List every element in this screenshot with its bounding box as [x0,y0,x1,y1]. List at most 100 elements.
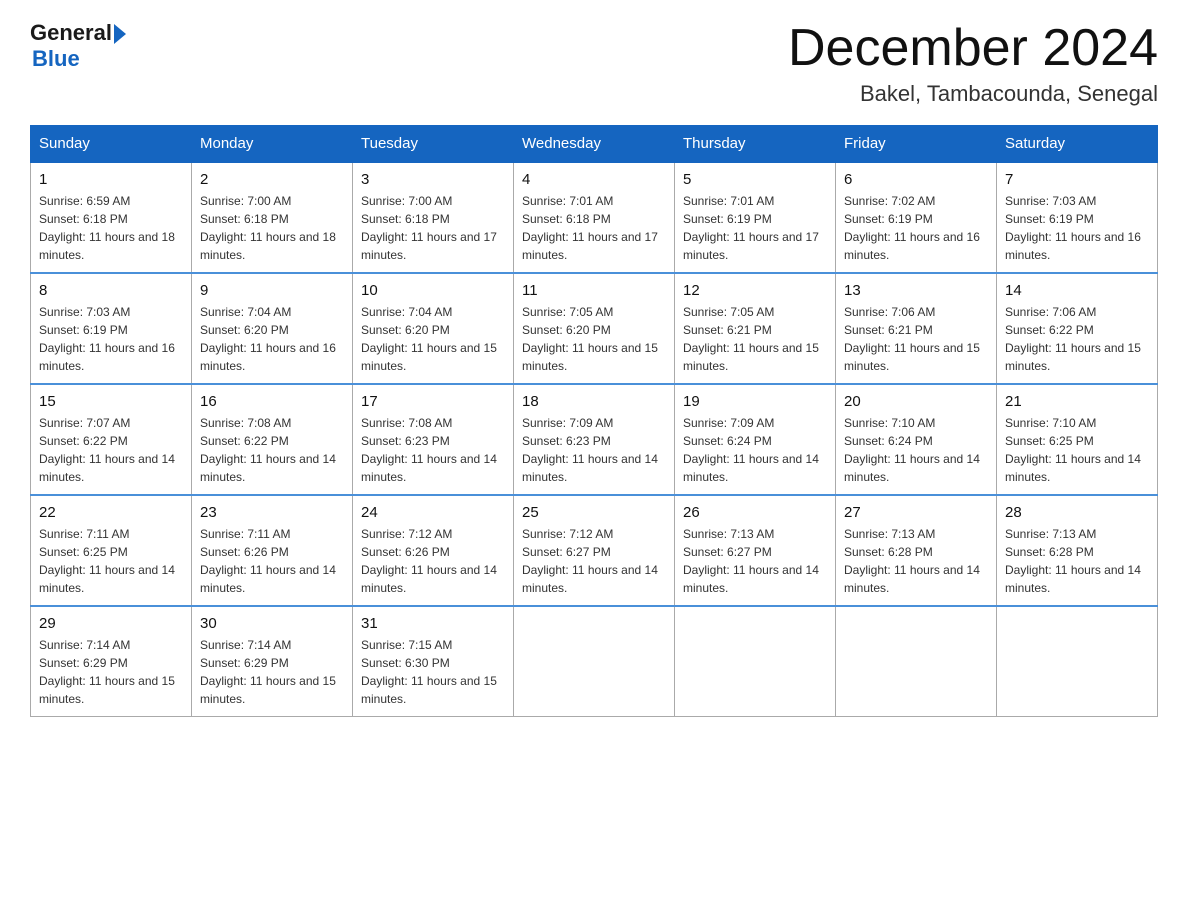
col-header-saturday: Saturday [997,125,1158,163]
day-info: Sunrise: 7:12 AMSunset: 6:27 PMDaylight:… [522,525,666,597]
day-info: Sunrise: 7:07 AMSunset: 6:22 PMDaylight:… [39,414,183,486]
day-info: Sunrise: 7:13 AMSunset: 6:28 PMDaylight:… [1005,525,1149,597]
day-info: Sunrise: 6:59 AMSunset: 6:18 PMDaylight:… [39,192,183,264]
day-number: 6 [844,171,988,188]
calendar-cell: 31 Sunrise: 7:15 AMSunset: 6:30 PMDaylig… [353,606,514,717]
day-number: 21 [1005,393,1149,410]
day-info: Sunrise: 7:12 AMSunset: 6:26 PMDaylight:… [361,525,505,597]
col-header-sunday: Sunday [31,125,192,163]
day-info: Sunrise: 7:14 AMSunset: 6:29 PMDaylight:… [200,636,344,708]
title-area: December 2024 Bakel, Tambacounda, Senega… [788,20,1158,107]
calendar-cell: 7 Sunrise: 7:03 AMSunset: 6:19 PMDayligh… [997,163,1158,274]
day-info: Sunrise: 7:02 AMSunset: 6:19 PMDaylight:… [844,192,988,264]
calendar-cell: 2 Sunrise: 7:00 AMSunset: 6:18 PMDayligh… [192,163,353,274]
calendar-cell: 30 Sunrise: 7:14 AMSunset: 6:29 PMDaylig… [192,606,353,717]
day-number: 16 [200,393,344,410]
day-number: 13 [844,282,988,299]
calendar-cell: 1 Sunrise: 6:59 AMSunset: 6:18 PMDayligh… [31,163,192,274]
col-header-wednesday: Wednesday [514,125,675,163]
day-number: 3 [361,171,505,188]
day-number: 12 [683,282,827,299]
col-header-tuesday: Tuesday [353,125,514,163]
calendar-cell: 25 Sunrise: 7:12 AMSunset: 6:27 PMDaylig… [514,495,675,606]
day-number: 27 [844,504,988,521]
day-number: 8 [39,282,183,299]
day-info: Sunrise: 7:00 AMSunset: 6:18 PMDaylight:… [361,192,505,264]
day-number: 2 [200,171,344,188]
calendar-cell: 15 Sunrise: 7:07 AMSunset: 6:22 PMDaylig… [31,384,192,495]
day-number: 1 [39,171,183,188]
calendar-cell: 24 Sunrise: 7:12 AMSunset: 6:26 PMDaylig… [353,495,514,606]
day-info: Sunrise: 7:06 AMSunset: 6:22 PMDaylight:… [1005,303,1149,375]
calendar-cell: 19 Sunrise: 7:09 AMSunset: 6:24 PMDaylig… [675,384,836,495]
day-info: Sunrise: 7:01 AMSunset: 6:19 PMDaylight:… [683,192,827,264]
day-number: 24 [361,504,505,521]
day-info: Sunrise: 7:08 AMSunset: 6:23 PMDaylight:… [361,414,505,486]
calendar-cell [836,606,997,717]
day-number: 25 [522,504,666,521]
calendar-cell [997,606,1158,717]
day-number: 15 [39,393,183,410]
day-number: 7 [1005,171,1149,188]
day-number: 17 [361,393,505,410]
calendar-cell: 18 Sunrise: 7:09 AMSunset: 6:23 PMDaylig… [514,384,675,495]
day-number: 30 [200,615,344,632]
calendar-cell: 5 Sunrise: 7:01 AMSunset: 6:19 PMDayligh… [675,163,836,274]
day-number: 10 [361,282,505,299]
week-row-5: 29 Sunrise: 7:14 AMSunset: 6:29 PMDaylig… [31,606,1158,717]
calendar-cell: 28 Sunrise: 7:13 AMSunset: 6:28 PMDaylig… [997,495,1158,606]
calendar-cell: 20 Sunrise: 7:10 AMSunset: 6:24 PMDaylig… [836,384,997,495]
day-info: Sunrise: 7:03 AMSunset: 6:19 PMDaylight:… [39,303,183,375]
calendar-cell [514,606,675,717]
day-number: 4 [522,171,666,188]
week-row-3: 15 Sunrise: 7:07 AMSunset: 6:22 PMDaylig… [31,384,1158,495]
calendar-table: SundayMondayTuesdayWednesdayThursdayFrid… [30,125,1158,717]
day-number: 14 [1005,282,1149,299]
calendar-cell: 11 Sunrise: 7:05 AMSunset: 6:20 PMDaylig… [514,273,675,384]
calendar-cell: 4 Sunrise: 7:01 AMSunset: 6:18 PMDayligh… [514,163,675,274]
day-info: Sunrise: 7:14 AMSunset: 6:29 PMDaylight:… [39,636,183,708]
logo-general-text: General [30,20,112,46]
day-info: Sunrise: 7:06 AMSunset: 6:21 PMDaylight:… [844,303,988,375]
calendar-cell: 26 Sunrise: 7:13 AMSunset: 6:27 PMDaylig… [675,495,836,606]
header-row: SundayMondayTuesdayWednesdayThursdayFrid… [31,125,1158,163]
day-info: Sunrise: 7:09 AMSunset: 6:24 PMDaylight:… [683,414,827,486]
day-info: Sunrise: 7:09 AMSunset: 6:23 PMDaylight:… [522,414,666,486]
day-info: Sunrise: 7:00 AMSunset: 6:18 PMDaylight:… [200,192,344,264]
day-info: Sunrise: 7:13 AMSunset: 6:27 PMDaylight:… [683,525,827,597]
calendar-cell: 9 Sunrise: 7:04 AMSunset: 6:20 PMDayligh… [192,273,353,384]
calendar-cell: 3 Sunrise: 7:00 AMSunset: 6:18 PMDayligh… [353,163,514,274]
day-number: 31 [361,615,505,632]
day-number: 19 [683,393,827,410]
day-info: Sunrise: 7:08 AMSunset: 6:22 PMDaylight:… [200,414,344,486]
day-number: 22 [39,504,183,521]
calendar-cell: 10 Sunrise: 7:04 AMSunset: 6:20 PMDaylig… [353,273,514,384]
day-info: Sunrise: 7:10 AMSunset: 6:24 PMDaylight:… [844,414,988,486]
calendar-cell: 14 Sunrise: 7:06 AMSunset: 6:22 PMDaylig… [997,273,1158,384]
day-info: Sunrise: 7:05 AMSunset: 6:20 PMDaylight:… [522,303,666,375]
calendar-cell [675,606,836,717]
day-info: Sunrise: 7:05 AMSunset: 6:21 PMDaylight:… [683,303,827,375]
day-info: Sunrise: 7:11 AMSunset: 6:26 PMDaylight:… [200,525,344,597]
calendar-cell: 8 Sunrise: 7:03 AMSunset: 6:19 PMDayligh… [31,273,192,384]
day-info: Sunrise: 7:10 AMSunset: 6:25 PMDaylight:… [1005,414,1149,486]
logo-arrow-icon [114,24,126,44]
logo: General Blue [30,20,126,72]
calendar-cell: 16 Sunrise: 7:08 AMSunset: 6:22 PMDaylig… [192,384,353,495]
day-info: Sunrise: 7:15 AMSunset: 6:30 PMDaylight:… [361,636,505,708]
col-header-monday: Monday [192,125,353,163]
week-row-2: 8 Sunrise: 7:03 AMSunset: 6:19 PMDayligh… [31,273,1158,384]
week-row-4: 22 Sunrise: 7:11 AMSunset: 6:25 PMDaylig… [31,495,1158,606]
day-number: 5 [683,171,827,188]
day-number: 11 [522,282,666,299]
day-number: 29 [39,615,183,632]
calendar-cell: 22 Sunrise: 7:11 AMSunset: 6:25 PMDaylig… [31,495,192,606]
calendar-cell: 29 Sunrise: 7:14 AMSunset: 6:29 PMDaylig… [31,606,192,717]
day-info: Sunrise: 7:03 AMSunset: 6:19 PMDaylight:… [1005,192,1149,264]
col-header-friday: Friday [836,125,997,163]
day-number: 9 [200,282,344,299]
page-header: General Blue December 2024 Bakel, Tambac… [30,20,1158,107]
day-number: 28 [1005,504,1149,521]
day-info: Sunrise: 7:04 AMSunset: 6:20 PMDaylight:… [361,303,505,375]
day-number: 18 [522,393,666,410]
